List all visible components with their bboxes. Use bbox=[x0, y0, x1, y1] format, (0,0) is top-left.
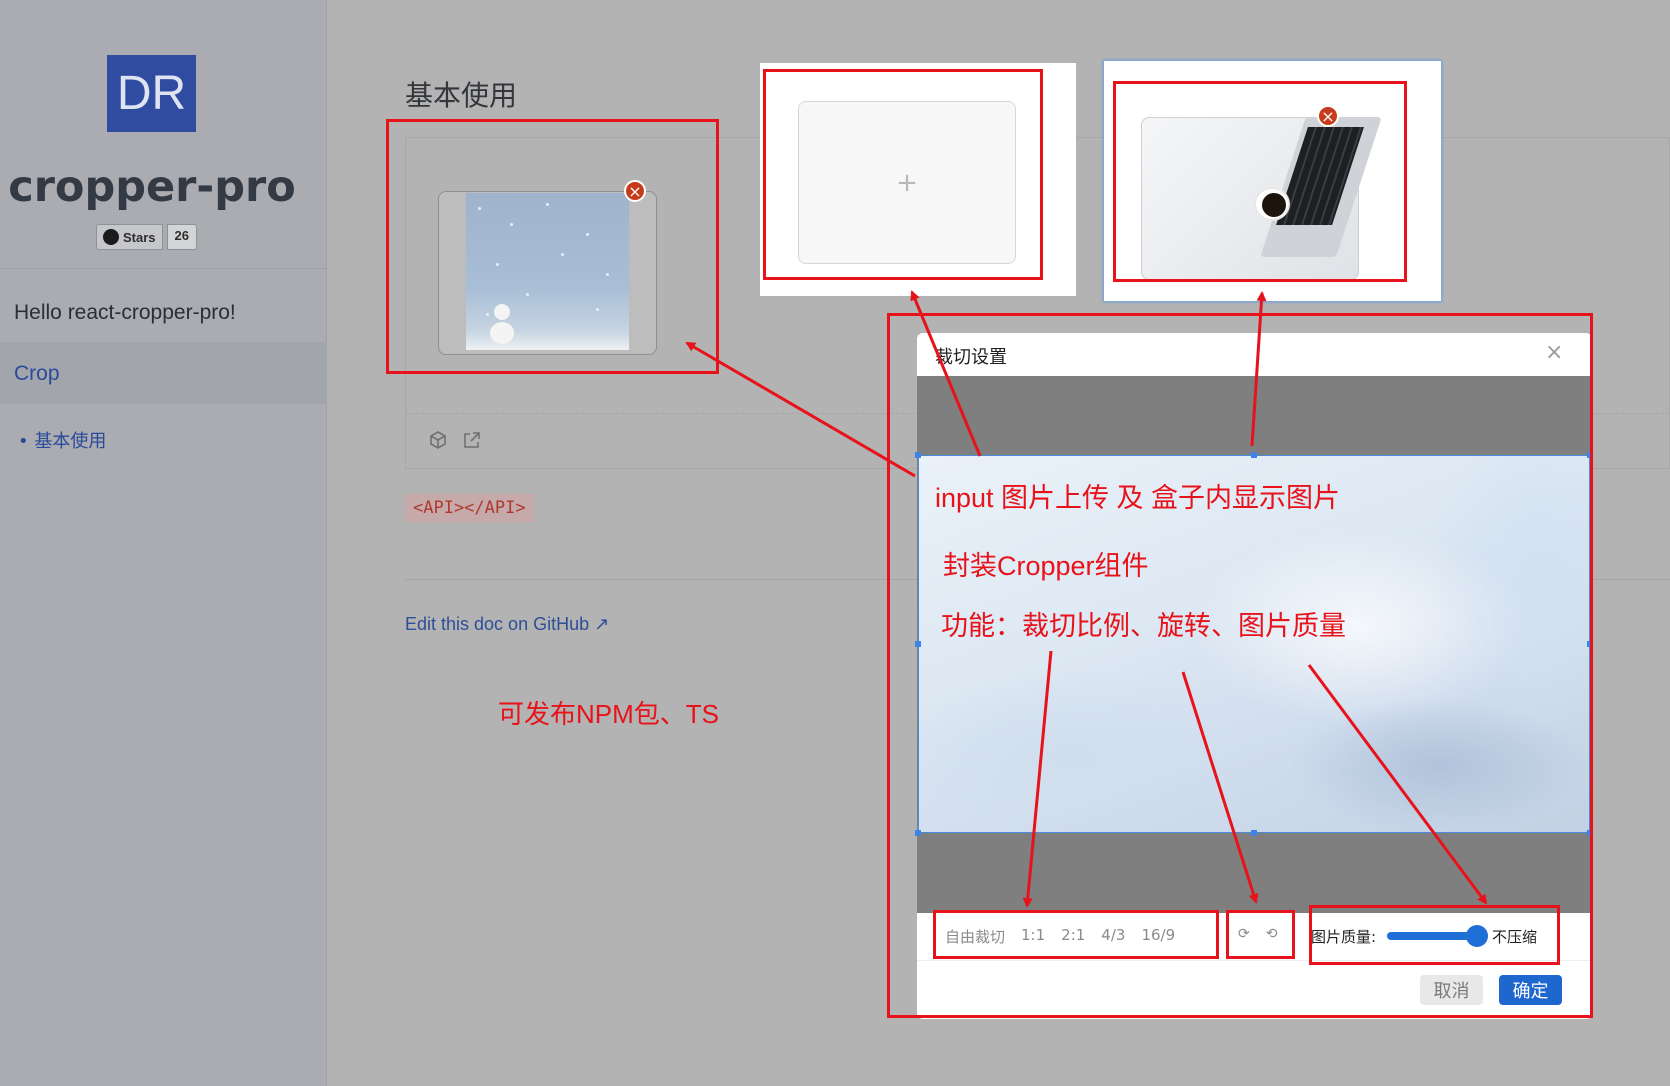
arrow-to-quality bbox=[1307, 664, 1488, 905]
arrow-to-laptop-image bbox=[1250, 291, 1267, 447]
arrow-to-rotate bbox=[1181, 671, 1259, 904]
arrow-to-empty-upload bbox=[910, 290, 982, 457]
arrow-to-upload-image bbox=[685, 341, 916, 478]
annotation-arrows bbox=[685, 290, 1488, 908]
arrow-to-ratios bbox=[1022, 650, 1053, 908]
